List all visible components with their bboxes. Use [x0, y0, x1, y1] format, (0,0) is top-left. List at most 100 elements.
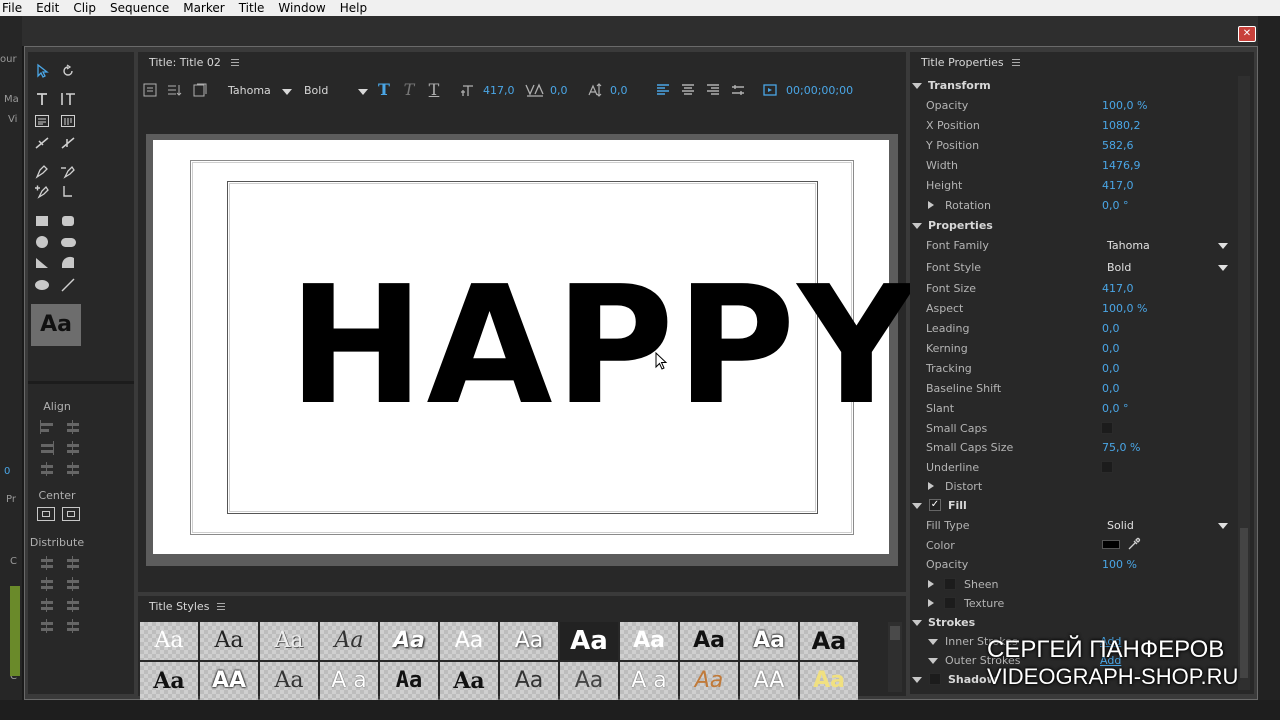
- bold-icon[interactable]: T: [376, 82, 392, 98]
- small-caps-checkbox[interactable]: [1101, 422, 1113, 434]
- delete-anchor-tool[interactable]: [58, 162, 78, 180]
- eyedropper-icon[interactable]: [1127, 537, 1141, 551]
- style-swatch[interactable]: Aa: [260, 622, 318, 660]
- properties-section[interactable]: Properties: [910, 216, 1240, 236]
- fill-section[interactable]: ✓ Fill: [910, 496, 1240, 516]
- tracking-value[interactable]: 0,0: [1102, 362, 1120, 375]
- show-background-video-icon[interactable]: [762, 82, 778, 98]
- style-swatch[interactable]: Aa: [680, 662, 738, 700]
- tab-stops-icon[interactable]: [730, 82, 746, 98]
- transform-section[interactable]: Transform: [910, 76, 1240, 96]
- fill-checkbox[interactable]: ✓: [929, 499, 941, 511]
- align-center-text-icon[interactable]: [680, 82, 696, 98]
- distribute-even-h-icon[interactable]: [39, 619, 55, 633]
- rounded-rectangle-tool[interactable]: [58, 212, 78, 230]
- sheen-row[interactable]: Sheen: [910, 575, 1240, 595]
- rotation-value[interactable]: 0,0 °: [1102, 199, 1129, 212]
- small-caps-size-value[interactable]: 75,0 %: [1102, 441, 1140, 454]
- type-tool[interactable]: [32, 90, 52, 108]
- menu-edit[interactable]: Edit: [30, 0, 67, 16]
- opacity-value[interactable]: 100,0 %: [1102, 99, 1147, 112]
- menu-clip[interactable]: Clip: [67, 0, 104, 16]
- center-horizontal-icon[interactable]: [37, 507, 55, 521]
- height-value[interactable]: 417,0: [1102, 179, 1134, 192]
- style-swatch[interactable]: Aa: [680, 622, 738, 660]
- shadow-checkbox[interactable]: [929, 673, 941, 685]
- texture-row[interactable]: Texture: [910, 594, 1240, 614]
- y-position-value[interactable]: 582,6: [1102, 139, 1134, 152]
- style-swatch[interactable]: Aa: [320, 622, 378, 660]
- style-swatch[interactable]: Aa: [380, 622, 438, 660]
- sheen-checkbox[interactable]: [944, 578, 956, 590]
- leading-value[interactable]: 0,0: [610, 84, 628, 97]
- leading-prop-value[interactable]: 0,0: [1102, 322, 1120, 335]
- distribute-left-icon[interactable]: [39, 556, 55, 570]
- texture-checkbox[interactable]: [944, 597, 956, 609]
- styles-scrollbar[interactable]: [888, 622, 902, 692]
- menu-file[interactable]: File: [0, 0, 30, 16]
- menu-marker[interactable]: Marker: [177, 0, 232, 16]
- templates-icon[interactable]: [192, 82, 208, 98]
- menu-icon[interactable]: [217, 603, 225, 610]
- style-swatch[interactable]: A a: [320, 662, 378, 700]
- roll-crawl-icon[interactable]: [166, 82, 182, 98]
- strokes-section[interactable]: Strokes: [910, 613, 1240, 633]
- new-title-icon[interactable]: [142, 82, 158, 98]
- underline-checkbox[interactable]: [1101, 461, 1113, 473]
- baseline-shift-value[interactable]: 0,0: [1102, 382, 1120, 395]
- align-center-h-icon[interactable]: [65, 420, 81, 434]
- font-family-select[interactable]: Tahoma: [1102, 236, 1232, 255]
- style-swatch[interactable]: Aa: [800, 662, 858, 700]
- vertical-area-type-tool[interactable]: [58, 112, 78, 130]
- style-swatch[interactable]: AA: [740, 662, 798, 700]
- style-swatch[interactable]: Aa: [260, 662, 318, 700]
- align-right-icon[interactable]: [39, 441, 55, 455]
- ellipse-tool[interactable]: [32, 233, 52, 251]
- distribute-top-icon[interactable]: [65, 577, 81, 591]
- fill-color-swatch[interactable]: [1102, 540, 1120, 549]
- font-size-value[interactable]: 417,0: [483, 84, 515, 97]
- align-middle-icon[interactable]: [39, 462, 55, 476]
- style-swatch[interactable]: Aa: [380, 662, 438, 700]
- menu-help[interactable]: Help: [334, 0, 375, 16]
- close-button[interactable]: ✕: [1238, 26, 1256, 42]
- timecode[interactable]: 00;00;00;00: [786, 84, 853, 97]
- rectangle-tool[interactable]: [32, 212, 52, 230]
- style-swatch[interactable]: Aa: [740, 622, 798, 660]
- style-swatch[interactable]: Aa: [500, 662, 558, 700]
- style-swatch[interactable]: A a: [620, 662, 678, 700]
- style-swatch[interactable]: Aa: [140, 622, 198, 660]
- align-right-text-icon[interactable]: [705, 82, 721, 98]
- fill-opacity-value[interactable]: 100 %: [1102, 558, 1137, 571]
- width-value[interactable]: 1476,9: [1102, 159, 1141, 172]
- vertical-path-type-tool[interactable]: [58, 134, 78, 152]
- distribute-right-icon[interactable]: [39, 577, 55, 591]
- kerning-value[interactable]: 0,0: [550, 84, 568, 97]
- distribute-spacing-icon[interactable]: [65, 598, 81, 612]
- style-swatch[interactable]: AA: [200, 662, 258, 700]
- distribute-bottom-icon[interactable]: [39, 598, 55, 612]
- style-swatch[interactable]: Aa: [800, 622, 858, 660]
- wedge-tool[interactable]: [32, 254, 52, 272]
- align-bottom-icon[interactable]: [65, 462, 81, 476]
- distribute-even-v-icon[interactable]: [65, 619, 81, 633]
- style-swatch[interactable]: Aa: [200, 622, 258, 660]
- font-style-select[interactable]: Bold: [1102, 258, 1232, 277]
- italic-icon[interactable]: T: [401, 82, 417, 98]
- font-family-dropdown[interactable]: Tahoma: [228, 84, 271, 97]
- rounded-corner-rect-tool[interactable]: [58, 233, 78, 251]
- vertical-type-tool[interactable]: [58, 90, 78, 108]
- convert-anchor-tool[interactable]: [58, 182, 78, 200]
- arc-tool[interactable]: [58, 254, 78, 272]
- menu-window[interactable]: Window: [272, 0, 333, 16]
- underline-icon[interactable]: T: [426, 82, 442, 98]
- pen-tool[interactable]: [32, 162, 52, 180]
- menu-icon[interactable]: [1012, 59, 1020, 66]
- menu-icon[interactable]: [231, 59, 239, 66]
- menu-sequence[interactable]: Sequence: [104, 0, 177, 16]
- style-swatch[interactable]: Aa: [440, 662, 498, 700]
- fill-type-select[interactable]: Solid: [1102, 516, 1232, 535]
- style-swatch[interactable]: Aa: [620, 622, 678, 660]
- font-style-dropdown[interactable]: Bold: [304, 84, 328, 97]
- center-vertical-icon[interactable]: [62, 507, 80, 521]
